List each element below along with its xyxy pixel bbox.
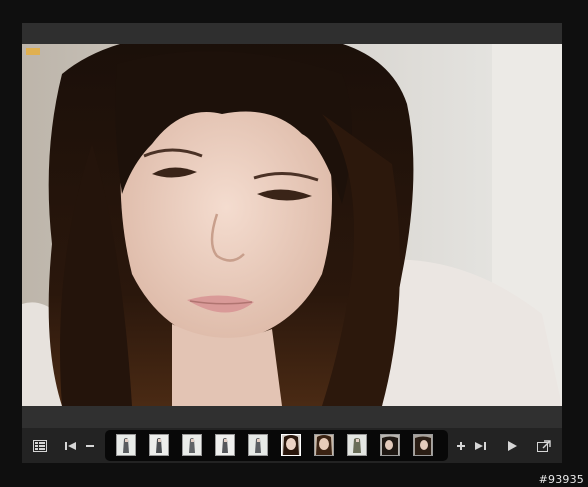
plus-icon[interactable] [453, 438, 469, 454]
thumbnail[interactable] [116, 434, 136, 456]
thumbnail[interactable] [413, 434, 433, 456]
thumbnail[interactable] [347, 434, 367, 456]
thumbnail[interactable] [248, 434, 268, 456]
thumbnail[interactable] [380, 434, 400, 456]
portrait-photo-image [22, 44, 562, 406]
viewer-caption-bar [22, 406, 562, 428]
thumbnail[interactable] [215, 434, 235, 456]
thumbnail-strip [105, 430, 448, 461]
skip-to-last-icon[interactable] [472, 438, 488, 454]
thumbnail-selected[interactable] [281, 434, 301, 456]
play-icon[interactable] [504, 438, 520, 454]
minus-icon[interactable] [82, 438, 98, 454]
viewer-controls [22, 428, 562, 463]
skip-to-first-icon[interactable] [63, 438, 79, 454]
thumbnail[interactable] [314, 434, 334, 456]
popout-icon[interactable] [536, 438, 552, 454]
main-photo[interactable] [22, 44, 562, 406]
viewer-top-bar [22, 23, 562, 44]
grid-icon[interactable] [32, 438, 48, 454]
thumbnail[interactable] [182, 434, 202, 456]
thumbnail[interactable] [149, 434, 169, 456]
image-viewer [22, 23, 562, 463]
image-id-watermark: #93935 [538, 473, 584, 486]
